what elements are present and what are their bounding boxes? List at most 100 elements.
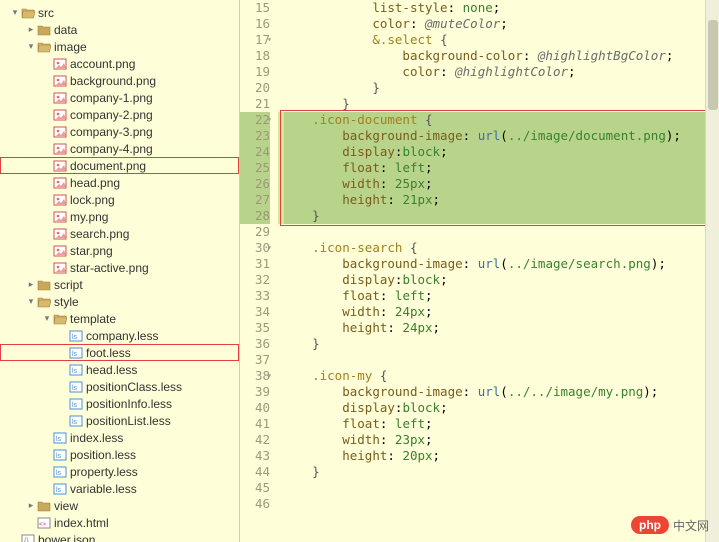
- code-area[interactable]: list-style: none; color: @muteColor; &.s…: [278, 0, 719, 542]
- line-number-gutter: 1516171819202122232425262728293031323334…: [240, 0, 278, 542]
- code-line[interactable]: }: [282, 208, 719, 224]
- tree-label: positionClass.less: [86, 380, 182, 394]
- code-line[interactable]: background-image: url(../../image/my.png…: [282, 384, 719, 400]
- chevron-icon[interactable]: ▸: [26, 24, 36, 35]
- watermark-badge: php: [631, 516, 669, 534]
- tree-label: search.png: [70, 227, 129, 241]
- less-icon: [68, 380, 84, 394]
- code-line[interactable]: }: [282, 80, 719, 96]
- tree-item-positionInfo-less[interactable]: positionInfo.less: [0, 395, 239, 412]
- file-tree[interactable]: ▾src▸data▾imageaccount.pngbackground.png…: [0, 0, 240, 542]
- tree-item-company-less[interactable]: company.less: [0, 327, 239, 344]
- tree-item-background-png[interactable]: background.png: [0, 72, 239, 89]
- tree-item-company-1-png[interactable]: company-1.png: [0, 89, 239, 106]
- code-line[interactable]: color: @highlightColor;: [282, 64, 719, 80]
- tree-item-company-2-png[interactable]: company-2.png: [0, 106, 239, 123]
- code-line[interactable]: .icon-search {: [282, 240, 719, 256]
- code-line[interactable]: }: [282, 336, 719, 352]
- chevron-icon[interactable]: ▾: [10, 7, 20, 18]
- tree-item-star-png[interactable]: star.png: [0, 242, 239, 259]
- line-number: 21: [240, 96, 270, 112]
- code-editor[interactable]: 1516171819202122232425262728293031323334…: [240, 0, 719, 542]
- line-number: 32: [240, 272, 270, 288]
- tree-item-image[interactable]: ▾image: [0, 38, 239, 55]
- tree-item-foot-less[interactable]: foot.less: [0, 344, 239, 361]
- code-line[interactable]: float: left;: [282, 416, 719, 432]
- code-line[interactable]: [282, 224, 719, 240]
- code-line[interactable]: background-image: url(../image/search.pn…: [282, 256, 719, 272]
- line-number: 36: [240, 336, 270, 352]
- tree-item-position-less[interactable]: position.less: [0, 446, 239, 463]
- code-line[interactable]: display:block;: [282, 144, 719, 160]
- code-line[interactable]: display:block;: [282, 272, 719, 288]
- code-line[interactable]: width: 23px;: [282, 432, 719, 448]
- tree-item-my-png[interactable]: my.png: [0, 208, 239, 225]
- tree-label: template: [70, 312, 116, 326]
- chevron-icon[interactable]: ▸: [26, 279, 36, 290]
- code-line[interactable]: height: 24px;: [282, 320, 719, 336]
- line-number: 20: [240, 80, 270, 96]
- less-icon: [68, 363, 84, 377]
- chevron-icon[interactable]: ▾: [26, 296, 36, 307]
- tree-item-lock-png[interactable]: lock.png: [0, 191, 239, 208]
- code-line[interactable]: height: 21px;: [282, 192, 719, 208]
- vertical-scrollbar[interactable]: [705, 0, 719, 542]
- tree-item-property-less[interactable]: property.less: [0, 463, 239, 480]
- code-line[interactable]: }: [282, 464, 719, 480]
- tree-item-document-png[interactable]: document.png: [0, 157, 239, 174]
- code-line[interactable]: background-image: url(../image/document.…: [282, 128, 719, 144]
- code-line[interactable]: background-color: @highlightBgColor;: [282, 48, 719, 64]
- tree-item-variable-less[interactable]: variable.less: [0, 480, 239, 497]
- tree-item-star-active-png[interactable]: star-active.png: [0, 259, 239, 276]
- tree-item-view[interactable]: ▸view: [0, 497, 239, 514]
- code-line[interactable]: float: left;: [282, 160, 719, 176]
- img-icon: [52, 74, 68, 88]
- tree-item-bower-json[interactable]: bower.json: [0, 531, 239, 542]
- tree-item-style[interactable]: ▾style: [0, 293, 239, 310]
- tree-label: positionInfo.less: [86, 397, 172, 411]
- chevron-icon[interactable]: ▾: [26, 41, 36, 52]
- tree-item-src[interactable]: ▾src: [0, 4, 239, 21]
- tree-item-script[interactable]: ▸script: [0, 276, 239, 293]
- tree-label: company-4.png: [70, 142, 153, 156]
- line-number: 34: [240, 304, 270, 320]
- code-line[interactable]: [282, 480, 719, 496]
- tree-label: company-3.png: [70, 125, 153, 139]
- code-line[interactable]: .icon-document {: [282, 112, 719, 128]
- tree-item-company-3-png[interactable]: company-3.png: [0, 123, 239, 140]
- img-icon: [52, 57, 68, 71]
- watermark-text: 中文网: [673, 517, 709, 534]
- code-line[interactable]: &.select {: [282, 32, 719, 48]
- folder-icon: [36, 23, 52, 37]
- tree-item-index-html[interactable]: index.html: [0, 514, 239, 531]
- code-line[interactable]: }: [282, 96, 719, 112]
- code-line[interactable]: [282, 352, 719, 368]
- tree-item-account-png[interactable]: account.png: [0, 55, 239, 72]
- tree-item-data[interactable]: ▸data: [0, 21, 239, 38]
- tree-item-company-4-png[interactable]: company-4.png: [0, 140, 239, 157]
- code-line[interactable]: display:block;: [282, 400, 719, 416]
- tree-item-search-png[interactable]: search.png: [0, 225, 239, 242]
- code-line[interactable]: float: left;: [282, 288, 719, 304]
- code-line[interactable]: height: 20px;: [282, 448, 719, 464]
- code-line[interactable]: width: 25px;: [282, 176, 719, 192]
- tree-item-index-less[interactable]: index.less: [0, 429, 239, 446]
- scrollbar-thumb[interactable]: [708, 20, 718, 110]
- code-line[interactable]: [282, 496, 719, 512]
- img-icon: [52, 125, 68, 139]
- tree-item-positionList-less[interactable]: positionList.less: [0, 412, 239, 429]
- chevron-icon[interactable]: ▾: [42, 313, 52, 324]
- line-number: 26: [240, 176, 270, 192]
- code-line[interactable]: color: @muteColor;: [282, 16, 719, 32]
- less-icon: [68, 414, 84, 428]
- tree-item-head-png[interactable]: head.png: [0, 174, 239, 191]
- line-number: 28: [240, 208, 270, 224]
- code-line[interactable]: .icon-my {: [282, 368, 719, 384]
- ide-container: ▾src▸data▾imageaccount.pngbackground.png…: [0, 0, 719, 542]
- code-line[interactable]: width: 24px;: [282, 304, 719, 320]
- tree-item-positionClass-less[interactable]: positionClass.less: [0, 378, 239, 395]
- code-line[interactable]: list-style: none;: [282, 0, 719, 16]
- chevron-icon[interactable]: ▸: [26, 500, 36, 511]
- tree-item-head-less[interactable]: head.less: [0, 361, 239, 378]
- tree-item-template[interactable]: ▾ template: [0, 310, 239, 327]
